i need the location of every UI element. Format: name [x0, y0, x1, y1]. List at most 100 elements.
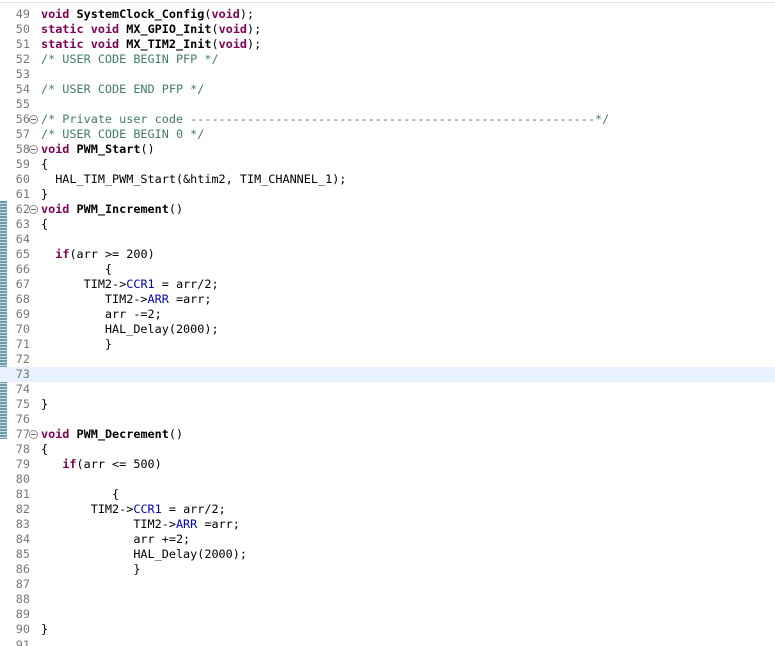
line-number: 69 — [15, 307, 30, 321]
code-text[interactable]: } — [41, 397, 48, 412]
code-editor[interactable]: 49 void SystemClock_Config(void); 50 static… — [0, 0, 775, 646]
code-text[interactable]: { — [41, 157, 48, 172]
line-number: 72 — [15, 352, 30, 366]
code-line[interactable]: 60 HAL_TIM_PWM_Start(&htim2, TIM_CHANNEL… — [0, 172, 775, 187]
code-line[interactable]: 84 arr +=2; — [0, 532, 775, 547]
fold-collapse-icon[interactable] — [29, 430, 38, 439]
code-line[interactable]: 88 — [0, 592, 775, 607]
code-line[interactable]: 90} — [0, 622, 775, 637]
code-line[interactable]: 87 — [0, 577, 775, 592]
line-number: 60 — [15, 172, 30, 186]
code-line[interactable]: 81 { — [0, 487, 775, 502]
code-text[interactable]: void PWM_Decrement() — [41, 427, 183, 442]
code-line[interactable]: 86 } — [0, 562, 775, 577]
code-token: TIM2-> — [41, 502, 134, 516]
code-line[interactable]: 59 { — [0, 157, 775, 172]
code-text[interactable]: TIM2->ARR =arr; — [41, 292, 212, 307]
function-name-token: PWM_Decrement — [76, 427, 169, 441]
code-text[interactable]: { — [41, 262, 112, 277]
code-line[interactable]: 67 TIM2->CCR1 = arr/2; — [0, 277, 775, 292]
code-text[interactable]: /* USER CODE BEGIN PFP */ — [41, 52, 219, 67]
partial-line: 91 — [0, 640, 775, 646]
code-text[interactable]: void SystemClock_Config(void); — [41, 7, 254, 22]
code-line[interactable]: 49 void SystemClock_Config(void); — [0, 7, 775, 22]
code-line[interactable]: 75} — [0, 397, 775, 412]
code-line[interactable]: 52 /* USER CODE BEGIN PFP */ — [0, 52, 775, 67]
code-token: ( — [211, 37, 219, 51]
code-text[interactable]: HAL_Delay(2000); — [41, 547, 247, 562]
code-text[interactable]: void PWM_Increment() — [41, 202, 183, 217]
code-line[interactable]: 85 HAL_Delay(2000); — [0, 547, 775, 562]
fold-collapse-icon[interactable] — [29, 205, 38, 214]
code-line-current[interactable]: 73 — [0, 367, 775, 382]
code-text[interactable]: if(arr <= 500) — [41, 457, 161, 472]
code-text[interactable]: { — [41, 442, 48, 457]
code-line[interactable]: 50 static void MX_GPIO_Init(void); — [0, 22, 775, 37]
code-line[interactable]: 77 void PWM_Decrement() — [0, 427, 775, 442]
code-line[interactable]: 74 — [0, 382, 775, 397]
code-line[interactable]: 82 TIM2->CCR1 = arr/2; — [0, 502, 775, 517]
code-line[interactable]: 80 — [0, 472, 775, 487]
code-line[interactable]: 83 TIM2->ARR =arr; — [0, 517, 775, 532]
line-number: 58 — [15, 142, 30, 156]
code-line[interactable]: 56 /* Private user code -----------------… — [0, 112, 775, 127]
code-line[interactable]: 79 if(arr <= 500) — [0, 457, 775, 472]
code-token: ( — [211, 22, 219, 36]
code-line[interactable]: 53 — [0, 67, 775, 82]
code-text[interactable]: TIM2->ARR =arr; — [41, 517, 240, 532]
code-line[interactable]: 66 { — [0, 262, 775, 277]
code-line[interactable]: 61} — [0, 187, 775, 202]
code-text[interactable]: TIM2->CCR1 = arr/2; — [41, 277, 219, 292]
code-line[interactable]: 64 — [0, 232, 775, 247]
fold-collapse-icon[interactable] — [29, 145, 38, 154]
code-line[interactable]: 55 — [0, 97, 775, 112]
code-line[interactable]: 51 static void MX_TIM2_Init(void); — [0, 37, 775, 52]
code-line[interactable]: 71 } — [0, 337, 775, 352]
function-name-token: SystemClock_Config — [76, 7, 205, 21]
code-line[interactable]: 63 { — [0, 217, 775, 232]
code-text[interactable]: } — [41, 562, 140, 577]
code-line[interactable]: 89 — [0, 607, 775, 622]
code-lines[interactable]: 49 void SystemClock_Config(void); 50 static… — [0, 7, 775, 637]
code-text[interactable]: static void MX_GPIO_Init(void); — [41, 22, 261, 37]
code-line[interactable]: 76 — [0, 412, 775, 427]
code-text[interactable]: arr +=2; — [41, 532, 190, 547]
code-text[interactable]: /* Private user code -------------------… — [41, 112, 609, 127]
code-text[interactable]: static void MX_TIM2_Init(void); — [41, 37, 261, 52]
code-token: } — [41, 337, 113, 351]
code-text[interactable]: HAL_TIM_PWM_Start(&htim2, TIM_CHANNEL_1)… — [41, 172, 346, 187]
code-text[interactable]: { — [41, 217, 48, 232]
line-number: 82 — [15, 502, 30, 516]
code-line[interactable]: 70 HAL_Delay(2000); — [0, 322, 775, 337]
keyword-token: if — [62, 457, 77, 471]
code-token: { — [41, 217, 49, 231]
fold-collapse-icon[interactable] — [29, 115, 38, 124]
code-line[interactable]: 72 — [0, 352, 775, 367]
code-text[interactable]: } — [41, 337, 112, 352]
code-text[interactable]: } — [41, 622, 48, 637]
code-text[interactable]: /* USER CODE END PFP */ — [41, 82, 204, 97]
code-line[interactable]: 54 /* USER CODE END PFP */ — [0, 82, 775, 97]
code-text[interactable]: arr -=2; — [41, 307, 162, 322]
code-text[interactable]: } — [41, 187, 48, 202]
function-name-token: MX_GPIO_Init — [126, 22, 212, 36]
code-line[interactable]: 57 /* USER CODE BEGIN 0 */ — [0, 127, 775, 142]
code-line[interactable]: 78 { — [0, 442, 775, 457]
code-line[interactable]: 65 if(arr >= 200) — [0, 247, 775, 262]
line-number: 85 — [15, 547, 30, 561]
code-line[interactable]: 69 arr -=2; — [0, 307, 775, 322]
code-text[interactable]: TIM2->CCR1 = arr/2; — [41, 502, 226, 517]
code-text[interactable]: HAL_Delay(2000); — [41, 322, 219, 337]
code-line[interactable]: 58 void PWM_Start() — [0, 142, 775, 157]
code-text[interactable]: { — [41, 487, 119, 502]
line-number: 89 — [15, 607, 30, 621]
code-line[interactable]: 68 TIM2->ARR =arr; — [0, 292, 775, 307]
line-number: 68 — [15, 292, 30, 306]
code-text[interactable]: void PWM_Start() — [41, 142, 155, 157]
code-text[interactable]: if(arr >= 200) — [41, 247, 154, 262]
code-text[interactable]: /* USER CODE BEGIN 0 */ — [41, 127, 204, 142]
code-line[interactable]: 62 void PWM_Increment() — [0, 202, 775, 217]
line-number: 49 — [15, 7, 30, 21]
